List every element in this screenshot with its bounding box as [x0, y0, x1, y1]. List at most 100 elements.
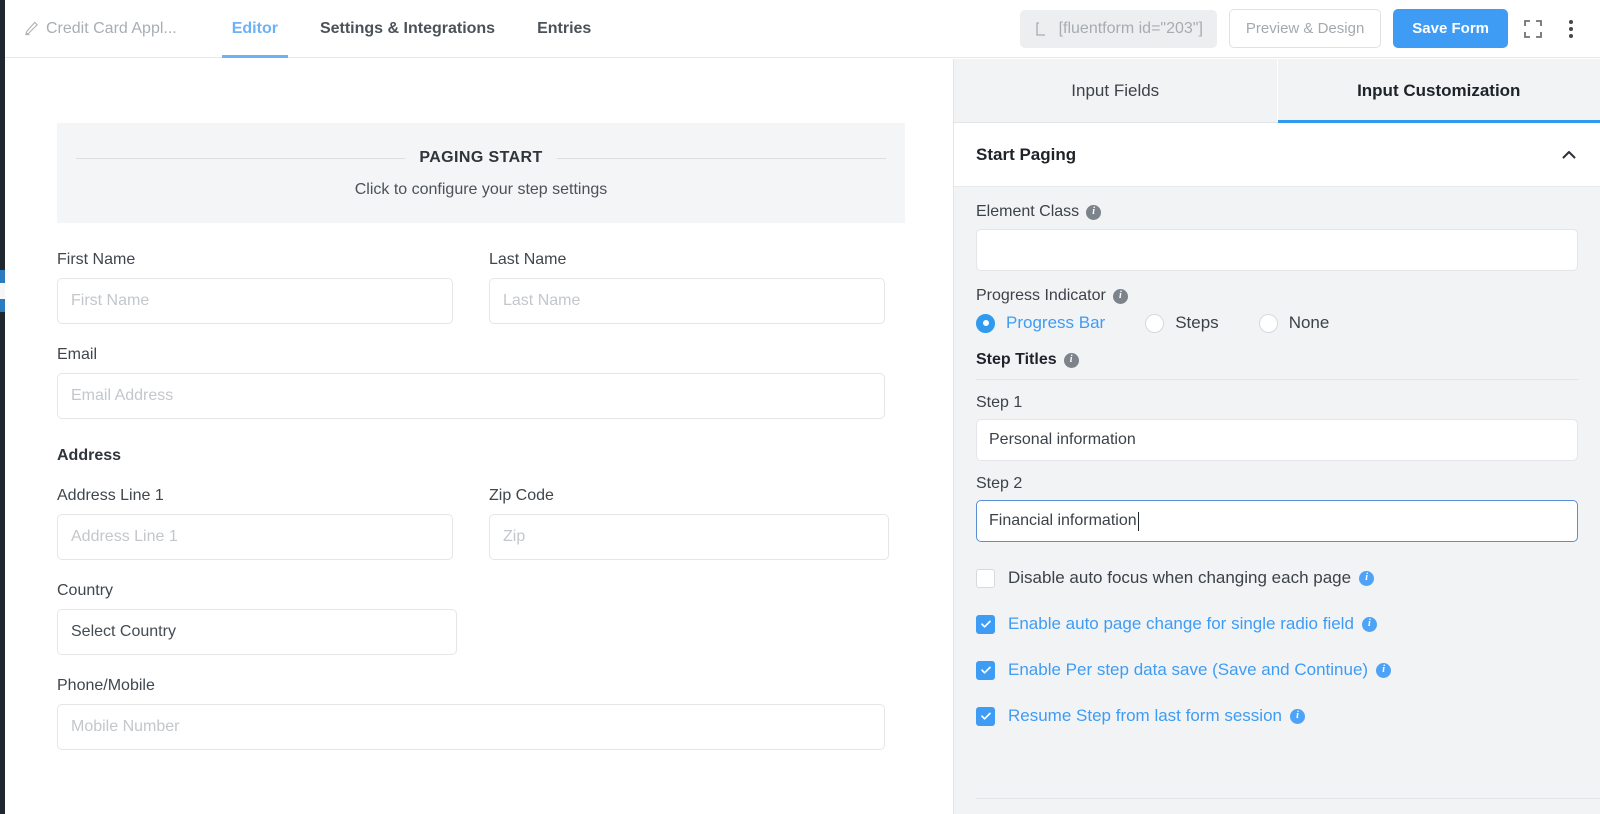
radio-none[interactable]: None [1258, 313, 1330, 333]
field-first-name[interactable]: First Name First Name [57, 251, 453, 324]
address-section-label: Address [57, 447, 122, 464]
row-name-fields: First Name First Name Last Name Last Nam… [57, 251, 905, 324]
checkbox-per-step-data-save-info-icon[interactable]: i [1376, 662, 1392, 678]
tab-entries-label: Entries [537, 19, 592, 37]
progress-indicator-info-icon[interactable]: i [1112, 288, 1128, 304]
address-line-1-input[interactable]: Address Line 1 [57, 514, 453, 560]
checkbox-auto-page-change-label: Enable auto page change for single radio… [1008, 614, 1354, 633]
progress-indicator-label: Progress Indicator [976, 287, 1106, 304]
checkbox-disable-auto-focus-label-row: Disable auto focus when changing each pa… [1008, 568, 1375, 588]
save-form-label: Save Form [1412, 20, 1489, 37]
radio-steps[interactable]: Steps [1145, 313, 1219, 333]
preview-design-button[interactable]: Preview & Design [1228, 9, 1382, 48]
row-address: Address Line 1 Address Line 1 Zip Code Z… [57, 487, 905, 560]
header-actions: [fluentform id="203"] Preview & Design S… [1019, 9, 1584, 48]
field-last-name[interactable]: Last Name Last Name [489, 251, 885, 324]
paging-options-checkboxes: Disable auto focus when changing each pa… [976, 542, 1578, 726]
element-class-label: Element Class [976, 203, 1080, 220]
phone-input[interactable]: Mobile Number [57, 704, 885, 750]
element-class-info-icon[interactable]: i [1086, 204, 1102, 220]
checkbox-resume-step-info-icon[interactable]: i [1289, 708, 1305, 724]
checkbox-resume-step[interactable]: Resume Step from last form session i [976, 706, 1578, 726]
more-options-button[interactable] [1558, 16, 1584, 42]
checkbox-auto-page-change[interactable]: Enable auto page change for single radio… [976, 614, 1578, 634]
checkbox-disable-auto-focus-label: Disable auto focus when changing each pa… [1008, 568, 1352, 587]
paging-rule-left [76, 157, 406, 159]
first-name-label: First Name [57, 251, 136, 268]
country-label: Country [57, 582, 114, 599]
checkbox-disable-auto-focus[interactable]: Disable auto focus when changing each pa… [976, 568, 1578, 588]
paging-start-title-row: PAGING START [71, 149, 891, 167]
checkbox-auto-page-change-label-row: Enable auto page change for single radio… [1008, 614, 1377, 634]
app-header: Credit Card Appl... Editor Settings & In… [5, 0, 1600, 58]
checkbox-resume-step-box [976, 706, 995, 726]
kebab-menu-icon [1569, 19, 1573, 38]
form-title[interactable]: Credit Card Appl... [24, 20, 177, 38]
last-name-label: Last Name [489, 251, 567, 268]
panel-tab-input-customization-label: Input Customization [1357, 80, 1521, 100]
paging-start-subtitle: Click to configure your step settings [354, 181, 608, 198]
text-caret [1137, 511, 1139, 531]
shortcode-bracket-icon [1035, 21, 1045, 36]
fullscreen-button[interactable] [1520, 16, 1546, 42]
first-name-input[interactable]: First Name [57, 278, 453, 324]
radio-steps-dot [1145, 313, 1165, 333]
tab-settings-integrations-label: Settings & Integrations [319, 19, 496, 37]
panel-tab-input-fields[interactable]: Input Fields [954, 59, 1277, 122]
radio-progress-bar[interactable]: Progress Bar [976, 313, 1105, 333]
last-name-input[interactable]: Last Name [489, 278, 885, 324]
row-country: Country Select Country [57, 582, 905, 655]
radio-progress-bar-dot [976, 313, 995, 333]
email-input[interactable]: Email Address [57, 373, 885, 419]
radio-none-label: None [1288, 313, 1330, 332]
field-zip-code[interactable]: Zip Code Zip [489, 487, 889, 560]
row-email: Email Email Address [57, 346, 905, 419]
panel-tab-bar: Input Fields Input Customization [954, 59, 1600, 123]
radio-none-dot [1258, 313, 1278, 333]
paging-rule-right [556, 157, 887, 159]
paging-start-block[interactable]: PAGING START Click to configure your ste… [57, 123, 905, 223]
start-paging-header[interactable]: Start Paging [954, 123, 1600, 187]
step-titles-group: Step Titles i Step 1 Personal informatio… [976, 333, 1578, 542]
checkbox-auto-page-change-box [976, 614, 995, 634]
checkbox-per-step-data-save[interactable]: Enable Per step data save (Save and Cont… [976, 660, 1578, 680]
country-select[interactable]: Select Country [57, 609, 457, 655]
step-1-input[interactable]: Personal information [976, 419, 1578, 461]
email-label: Email [57, 346, 98, 363]
tab-settings-integrations[interactable]: Settings & Integrations [299, 0, 516, 58]
step-1-field: Step 1 Personal information [976, 394, 1578, 461]
radio-progress-bar-label: Progress Bar [1006, 313, 1106, 332]
field-email[interactable]: Email Email Address [57, 346, 885, 419]
shortcode-field[interactable]: [fluentform id="203"] [1019, 9, 1217, 48]
last-name-placeholder: Last Name [503, 292, 581, 309]
address-line-1-label: Address Line 1 [57, 487, 164, 504]
step-titles-info-icon[interactable]: i [1063, 352, 1079, 368]
checkbox-auto-page-change-info-icon[interactable]: i [1361, 616, 1377, 632]
start-paging-title: Start Paging [976, 144, 1077, 164]
checkbox-resume-step-label-row: Resume Step from last form session i [1008, 706, 1305, 726]
phone-placeholder: Mobile Number [71, 718, 180, 735]
form-fields-container: PAGING START Click to configure your ste… [5, 59, 953, 750]
paging-start-title: PAGING START [419, 149, 543, 166]
field-country[interactable]: Country Select Country [57, 582, 457, 655]
field-phone[interactable]: Phone/Mobile Mobile Number [57, 677, 885, 750]
form-editor-canvas: PAGING START Click to configure your ste… [5, 59, 953, 814]
step-titles-label: Step Titles [976, 351, 1057, 368]
chevron-up-icon[interactable] [1560, 146, 1578, 164]
checkbox-disable-auto-focus-info-icon[interactable]: i [1359, 570, 1375, 586]
step-2-input[interactable]: Financial information [976, 500, 1578, 542]
tab-editor[interactable]: Editor [211, 0, 299, 58]
tab-entries[interactable]: Entries [516, 0, 612, 58]
step-1-value: Personal information [989, 431, 1136, 448]
field-address-line-1[interactable]: Address Line 1 Address Line 1 [57, 487, 453, 560]
element-class-input[interactable] [976, 229, 1578, 271]
save-form-button[interactable]: Save Form [1393, 9, 1508, 48]
step-titles-label-row: Step Titles i [976, 351, 1578, 369]
progress-indicator-options: Progress Bar Steps None [976, 313, 1578, 333]
first-name-placeholder: First Name [71, 292, 150, 309]
panel-tab-input-customization[interactable]: Input Customization [1277, 59, 1600, 123]
element-class-group: Element Class i [976, 187, 1578, 271]
checkbox-per-step-data-save-box [976, 660, 995, 680]
tab-editor-label: Editor [231, 19, 278, 37]
zip-code-input[interactable]: Zip [489, 514, 889, 560]
